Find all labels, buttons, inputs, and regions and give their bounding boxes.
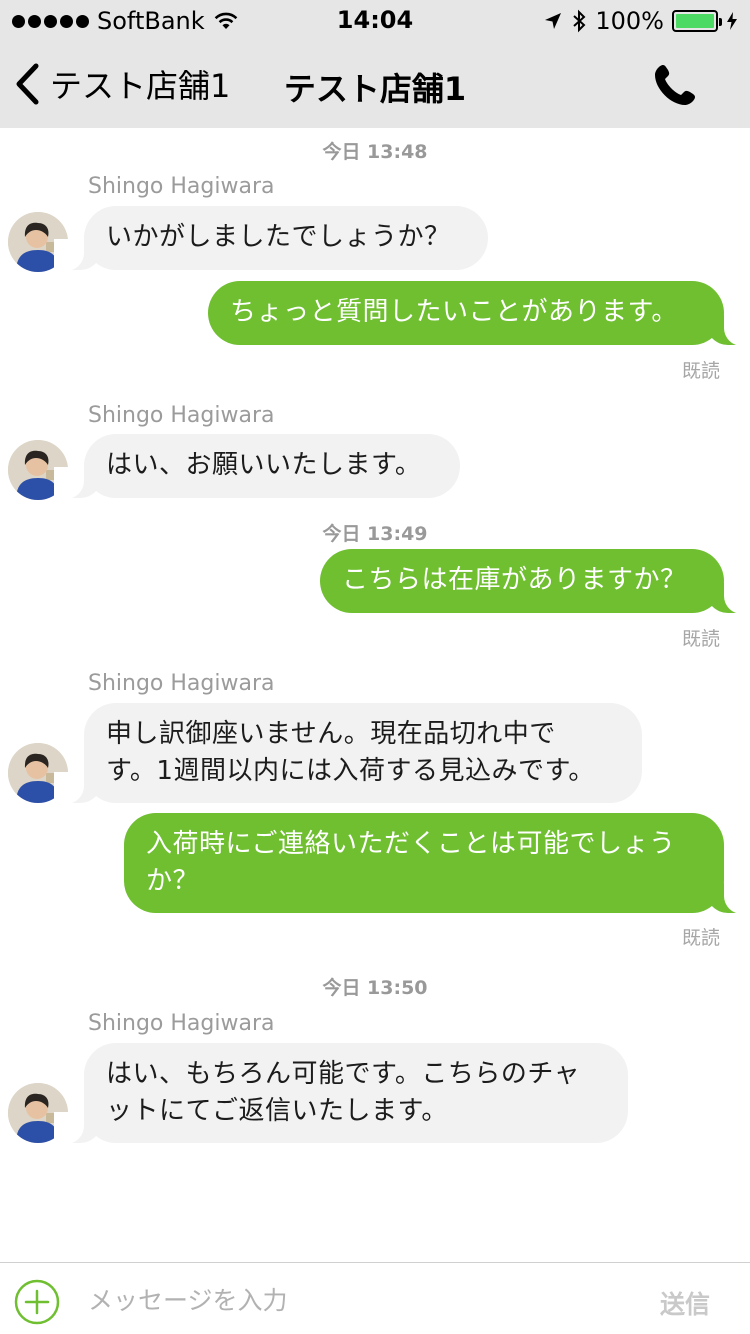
top-bar: SoftBank 14:04 100% テスト店舗1 テスト店舗1: [0, 0, 750, 128]
status-bar: SoftBank 14:04 100%: [0, 0, 750, 40]
send-button[interactable]: 送信: [660, 1285, 710, 1321]
incoming-message-bubble[interactable]: はい、もちろん可能です。こちらのチャ ットにてご返信いたします。: [54, 1043, 628, 1144]
message-text-line: か？: [146, 866, 200, 896]
location-arrow-icon: [545, 13, 562, 29]
incoming-message-bubble[interactable]: 申し訳御座いません。現在品切れ中で す。1週間以内には入荷する見込みです。: [54, 703, 642, 804]
message-text-line: はい、もちろん可能です。こちらのチャ: [106, 1059, 581, 1089]
incoming-message-bubble[interactable]: いかがしましたでしょうか？: [54, 206, 488, 271]
message-text-line: 入荷時にご連絡いただくことは可能でしょう: [146, 829, 676, 859]
plus-circle-icon: [14, 1279, 60, 1325]
message-input-bar: 送信: [0, 1262, 750, 1334]
read-receipt: 既読: [681, 628, 720, 650]
sender-name: Shingo Hagiwara: [88, 403, 275, 428]
sender-name: Shingo Hagiwara: [88, 671, 275, 696]
add-attachment-button[interactable]: [14, 1279, 60, 1325]
read-receipt: 既読: [681, 927, 720, 949]
battery-percent: 100%: [595, 7, 664, 35]
battery-fill: [676, 14, 714, 28]
sender-name: Shingo Hagiwara: [88, 174, 275, 199]
outgoing-message-bubble[interactable]: 入荷時にご連絡いただくことは可能でしょう か？: [124, 813, 750, 914]
call-button[interactable]: [652, 62, 698, 108]
outgoing-message-bubble[interactable]: こちらは在庫がありますか？: [320, 549, 750, 614]
charging-bolt-icon: [727, 12, 737, 30]
incoming-message-bubble[interactable]: はい、お願いいたします。: [54, 434, 460, 499]
bluetooth-icon: [573, 9, 586, 33]
status-right: 100%: [543, 7, 738, 35]
message-text: いかがしましたでしょうか？: [106, 222, 451, 252]
message-text: はい、お願いいたします。: [106, 450, 422, 480]
battery-icon: [672, 10, 722, 32]
message-text-line: す。1週間以内には入荷する見込みです。: [106, 756, 595, 786]
page-title: テスト店舗1: [283, 70, 467, 108]
chat-screen: SoftBank 14:04 100% テスト店舗1 テスト店舗1 今日 13:…: [0, 0, 750, 1334]
message-text-line: 申し訳御座いません。現在品切れ中で: [106, 719, 556, 749]
timestamp: 今日 13:49: [322, 523, 428, 545]
read-receipt: 既読: [681, 360, 720, 382]
message-text: ちょっと質問したいことがあります。: [230, 297, 678, 327]
timestamp: 今日 13:48: [322, 141, 428, 163]
back-button[interactable]: テスト店舗1: [14, 60, 230, 108]
navigation-bar: テスト店舗1 テスト店舗1: [0, 40, 750, 128]
sender-name: Shingo Hagiwara: [88, 1011, 275, 1036]
message-text: こちらは在庫がありますか？: [342, 565, 687, 595]
timestamp: 今日 13:50: [322, 977, 428, 999]
outgoing-message-bubble[interactable]: ちょっと質問したいことがあります。: [208, 281, 750, 346]
back-button-label: テスト店舗1: [50, 67, 231, 105]
chevron-left-icon: [16, 63, 39, 105]
phone-icon: [655, 65, 695, 105]
message-text-line: ットにてご返信いたします。: [106, 1096, 448, 1126]
message-input[interactable]: [88, 1277, 608, 1323]
